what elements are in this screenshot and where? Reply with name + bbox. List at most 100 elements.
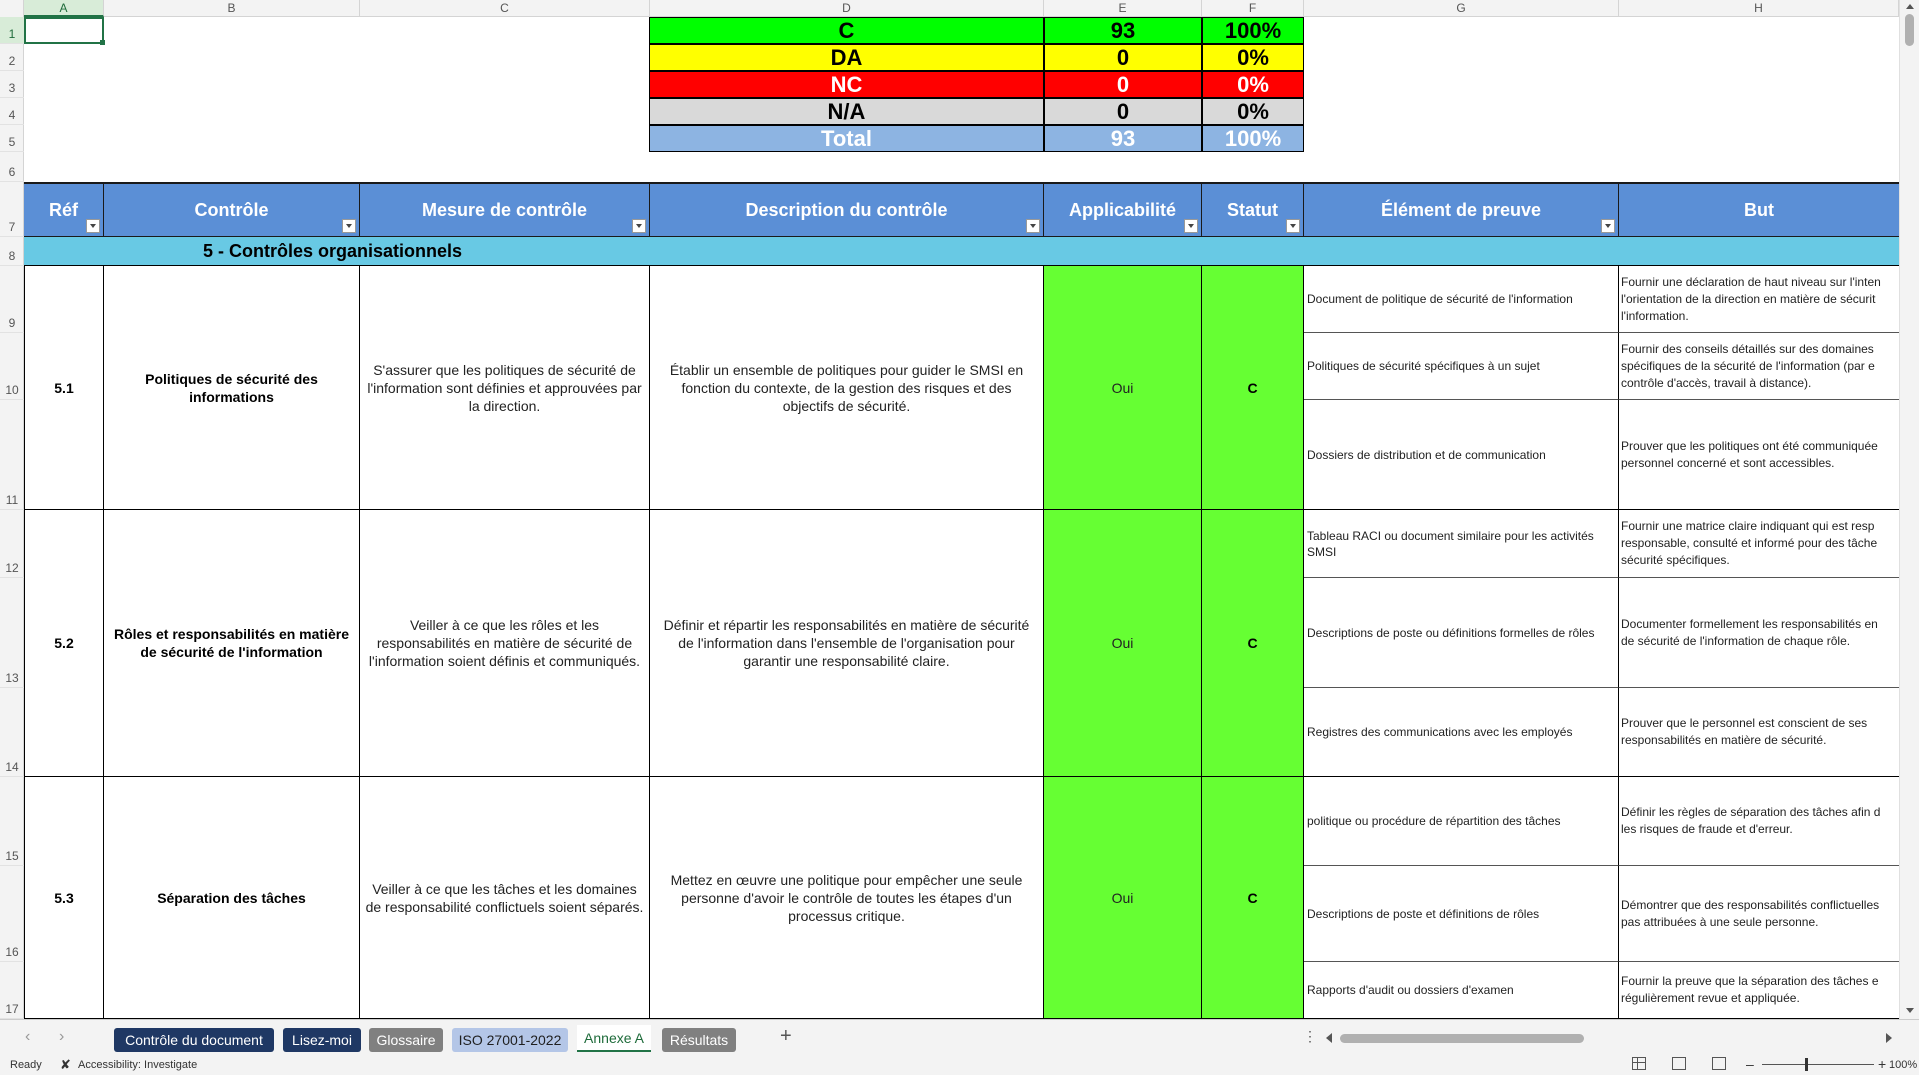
page-layout-view-icon[interactable] [1672,1057,1686,1070]
summary-percent[interactable]: 100% [1202,125,1304,152]
summary-label[interactable]: N/A [649,98,1044,125]
control-ref[interactable]: 5.1 [24,266,104,510]
sheet-prev-icon[interactable]: ‹ [25,1028,30,1046]
purpose-item[interactable]: Prouver que le personnel est conscient d… [1619,688,1899,777]
accessibility-icon[interactable]: ✘ [60,1057,71,1073]
hscroll-right-icon[interactable] [1886,1033,1892,1043]
control-name[interactable]: Séparation des tâches [104,777,360,1019]
row-header-9[interactable]: 9 [0,266,24,333]
summary-label[interactable]: NC [649,71,1044,98]
evidence-item[interactable]: Document de politique de sécurité de l'i… [1304,266,1619,333]
zoom-level[interactable]: 100% [1889,1059,1917,1071]
purpose-item[interactable]: Fournir la preuve que la séparation des … [1619,962,1899,1019]
evidence-item[interactable]: Politiques de sécurité spécifiques à un … [1304,333,1619,400]
row-header-10[interactable]: 10 [0,333,24,400]
purpose-item[interactable]: Fournir une matrice claire indiquant qui… [1619,510,1899,578]
column-header-g[interactable]: G [1304,0,1619,17]
column-header-e[interactable]: E [1044,0,1202,17]
evidence-item[interactable]: Dossiers de distribution et de communica… [1304,400,1619,510]
scroll-up-arrow-icon[interactable] [1906,4,1914,9]
normal-view-icon[interactable] [1632,1057,1646,1070]
control-measure[interactable]: Veiller à ce que les tâches et les domai… [360,777,650,1019]
evidence-item[interactable]: Registres des communications avec les em… [1304,688,1619,777]
summary-count[interactable]: 0 [1044,98,1202,125]
hscroll-left-icon[interactable] [1326,1033,1332,1043]
row-header-11[interactable]: 11 [0,400,24,510]
control-measure[interactable]: S'assurer que les politiques de sécurité… [360,266,650,510]
row-header-13[interactable]: 13 [0,578,24,688]
accessibility-status[interactable]: Accessibility: Investigate [78,1059,197,1071]
summary-count[interactable]: 0 [1044,44,1202,71]
control-ref[interactable]: 5.2 [24,510,104,777]
add-sheet-icon[interactable]: + [780,1025,792,1048]
sheet-tab-iso-27001[interactable]: ISO 27001-2022 [452,1028,568,1052]
row-header-1[interactable]: 1 [0,17,24,44]
horizontal-scrollbar-thumb[interactable] [1340,1034,1584,1043]
vertical-scrollbar[interactable] [1899,0,1919,1019]
control-description[interactable]: Mettez en œuvre une politique pour empêc… [650,777,1044,1019]
sheet-tab-glossaire[interactable]: Glossaire [369,1028,443,1052]
row-header-2[interactable]: 2 [0,44,24,71]
control-name[interactable]: Rôles et responsabilités en matière de s… [104,510,360,777]
purpose-item[interactable]: Démontrer que des responsabilités confli… [1619,866,1899,962]
column-header-c[interactable]: C [360,0,650,17]
row-header-4[interactable]: 4 [0,98,24,125]
summary-count[interactable]: 93 [1044,17,1202,44]
evidence-item[interactable]: Tableau RACI ou document similaire pour … [1304,510,1619,578]
control-status[interactable]: C [1202,266,1304,510]
sheet-tab-resultats[interactable]: Résultats [662,1028,736,1052]
column-header-a[interactable]: A [24,0,104,17]
control-applicability[interactable]: Oui [1044,777,1202,1019]
filter-dropdown-icon[interactable] [1601,219,1615,233]
purpose-item[interactable]: Prouver que les politiques ont été commu… [1619,400,1899,510]
purpose-item[interactable]: Fournir une déclaration de haut niveau s… [1619,266,1899,333]
more-options-icon[interactable]: ⋮ [1303,1028,1317,1045]
column-header-f[interactable]: F [1202,0,1304,17]
evidence-item[interactable]: Rapports d'audit ou dossiers d'examen [1304,962,1619,1019]
evidence-item[interactable]: politique ou procédure de répartition de… [1304,777,1619,866]
scrollbar-thumb[interactable] [1905,14,1914,46]
sheet-tab-lisez-moi[interactable]: Lisez-moi [283,1028,361,1052]
row-header-15[interactable]: 15 [0,777,24,866]
control-applicability[interactable]: Oui [1044,510,1202,777]
evidence-item[interactable]: Descriptions de poste ou définitions for… [1304,578,1619,688]
select-all-corner[interactable] [0,0,24,17]
control-applicability[interactable]: Oui [1044,266,1202,510]
control-status[interactable]: C [1202,510,1304,777]
row-header-17[interactable]: 17 [0,962,24,1019]
page-break-view-icon[interactable] [1712,1057,1726,1070]
control-status[interactable]: C [1202,777,1304,1019]
row-header-12[interactable]: 12 [0,510,24,578]
summary-label[interactable]: Total [649,125,1044,152]
active-cell-a1[interactable] [24,17,104,44]
summary-percent[interactable]: 0% [1202,44,1304,71]
filter-dropdown-icon[interactable] [342,219,356,233]
control-measure[interactable]: Veiller à ce que les rôles et les respon… [360,510,650,777]
summary-percent[interactable]: 0% [1202,98,1304,125]
row-header-5[interactable]: 5 [0,125,24,152]
summary-count[interactable]: 0 [1044,71,1202,98]
zoom-slider-thumb[interactable] [1805,1058,1808,1071]
column-header-b[interactable]: B [104,0,360,17]
scroll-down-arrow-icon[interactable] [1906,1008,1914,1013]
filter-dropdown-icon[interactable] [1026,219,1040,233]
summary-count[interactable]: 93 [1044,125,1202,152]
zoom-out-icon[interactable]: – [1746,1056,1754,1072]
zoom-slider[interactable] [1762,1064,1874,1065]
purpose-item[interactable]: Définir les règles de séparation des tâc… [1619,777,1899,866]
summary-percent[interactable]: 0% [1202,71,1304,98]
row-header-8[interactable]: 8 [0,237,24,266]
control-description[interactable]: Définir et répartir les responsabilités … [650,510,1044,777]
sheet-tab-annexe-a[interactable]: Annexe A [577,1025,651,1052]
column-header-d[interactable]: D [650,0,1044,17]
row-header-6[interactable]: 6 [0,152,24,182]
control-description[interactable]: Établir un ensemble de politiques pour g… [650,266,1044,510]
summary-label[interactable]: C [649,17,1044,44]
filter-dropdown-icon[interactable] [632,219,646,233]
row-header-3[interactable]: 3 [0,71,24,98]
control-ref[interactable]: 5.3 [24,777,104,1019]
row-header-14[interactable]: 14 [0,688,24,777]
evidence-item[interactable]: Descriptions de poste et définitions de … [1304,866,1619,962]
sheet-next-icon[interactable]: › [59,1028,64,1046]
summary-label[interactable]: DA [649,44,1044,71]
